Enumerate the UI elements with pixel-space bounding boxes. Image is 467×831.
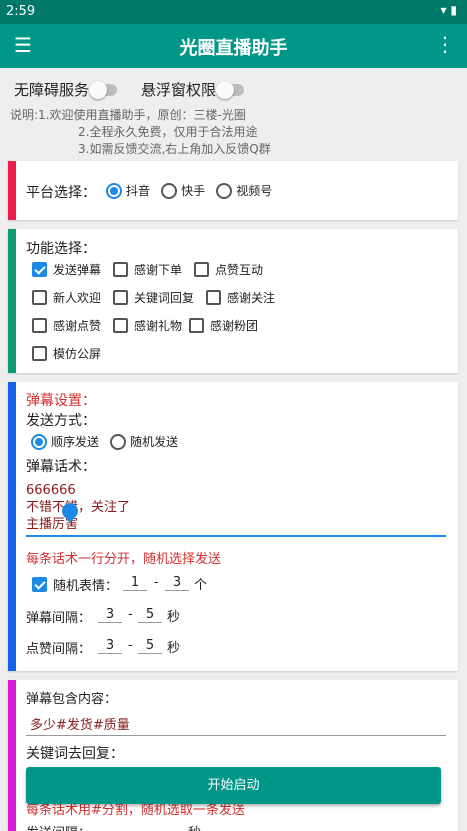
platform-option-shipinhao[interactable]: 视频号 [216, 182, 272, 199]
start-button[interactable]: 开始启动 [26, 767, 441, 804]
send-mode-options: 顺序发送 随机发送 [31, 433, 184, 454]
send-mode-sequential[interactable]: 顺序发送 [31, 433, 99, 450]
wifi-battery-icon: ▾ ▮ [440, 3, 457, 17]
like-max-input[interactable]: 5 [138, 638, 162, 654]
emoji-unit: 个 [194, 578, 208, 593]
accessibility-toggle[interactable] [89, 80, 118, 99]
send-mode-label: 发送方式： [26, 413, 96, 429]
send-mode-random[interactable]: 随机发送 [110, 433, 178, 450]
checkbox-icon [32, 346, 47, 361]
danmu-section-title: 弹幕设置： [26, 393, 96, 409]
function-card: 功能选择： 发送弹幕 感谢下单 点赞互动 新人欢迎 关键词回复 感谢关注 感谢点… [8, 229, 458, 373]
function-welcome-new[interactable]: 新人欢迎 [32, 289, 101, 306]
permission-switches: 无障碍服务 悬浮窗权限 [14, 79, 268, 100]
app-bar: ☰ 光圈直播助手 ⋮ [0, 24, 467, 68]
like-interval-label: 点赞间隔： [26, 642, 92, 657]
description-line-2: 2.全程永久免费，仅用于合法用途 [78, 125, 258, 139]
interval-unit: 秒 [167, 610, 181, 625]
checkbox-icon [113, 262, 128, 277]
checkbox-icon [206, 290, 221, 305]
platform-label: 平台选择： [26, 185, 96, 201]
app-title: 光圈直播助手 [179, 38, 288, 59]
send-interval-unit: 秒 [188, 822, 201, 831]
function-send-danmu[interactable]: 发送弹幕 [32, 261, 101, 278]
checkbox-checked-icon [32, 262, 47, 277]
random-emoji-checkbox[interactable]: 随机表情： [32, 575, 118, 594]
radio-icon [110, 433, 127, 450]
keyword-card: 弹幕包含内容： 多少#发货#质量 关键词去回复： 每条话术用#分割，随机选取一条… [8, 680, 458, 831]
radio-selected-icon [106, 182, 122, 199]
keyword-reply-label: 关键词去回复： [26, 746, 124, 762]
like-min-input[interactable]: 3 [98, 638, 122, 654]
overlay-label: 悬浮窗权限 [141, 81, 217, 99]
function-thank-fanclub[interactable]: 感谢粉团 [189, 317, 258, 334]
function-thank-order[interactable]: 感谢下单 [113, 261, 182, 278]
interval-min-input[interactable]: 3 [98, 607, 122, 623]
radio-icon [161, 182, 178, 199]
platform-option-kuaishou[interactable]: 快手 [161, 182, 205, 199]
interval-max-input[interactable]: 5 [138, 607, 162, 623]
function-imitate-screen[interactable]: 模仿公屏 [32, 345, 101, 362]
function-like-interact[interactable]: 点赞互动 [194, 261, 263, 278]
checkbox-icon [194, 262, 209, 277]
platform-card: 平台选择： 抖音 快手 视频号 [8, 161, 458, 220]
description-line-1: 说明:1.欢迎使用直播助手，原创：三楼-光圈 [10, 108, 246, 122]
status-bar: 2:59 ▾ ▮ [0, 0, 467, 24]
function-thank-like[interactable]: 感谢点赞 [32, 317, 101, 334]
like-interval-unit: 秒 [167, 641, 181, 656]
checkbox-icon [189, 318, 204, 333]
status-time: 2:59 [6, 4, 36, 19]
accessibility-label: 无障碍服务 [14, 81, 90, 99]
checkbox-icon [32, 290, 47, 305]
description-line-3: 3.如需反馈交流,右上角加入反馈Q群 [78, 142, 271, 156]
function-thank-gift[interactable]: 感谢礼物 [113, 317, 182, 334]
platform-options: 抖音 快手 视频号 [106, 182, 278, 203]
danmu-script-textarea[interactable]: 666666 不错不错，关注了 主播厉害 [26, 482, 446, 537]
script-line: 主播厉害 [26, 517, 79, 532]
keyword-contains-label: 弹幕包含内容： [26, 692, 118, 707]
description: 说明:1.欢迎使用直播助手，原创：三楼-光圈 2.全程永久免费，仅用于合法用途 … [10, 107, 271, 158]
script-label: 弹幕话术： [26, 459, 96, 475]
keyword-contains-input[interactable]: 多少#发货#质量 [26, 714, 446, 736]
toggle-knob [89, 80, 108, 99]
radio-selected-icon [31, 433, 47, 450]
platform-option-douyin[interactable]: 抖音 [106, 182, 150, 199]
script-hint: 每条话术一行分开，随机选择发送 [26, 552, 222, 567]
range-dash: - [154, 575, 159, 590]
send-interval-label: 发送间隔： [26, 822, 91, 831]
checkbox-icon [113, 318, 128, 333]
emoji-min-input[interactable]: 1 [123, 575, 147, 591]
danmu-settings-card: 弹幕设置： 发送方式： 顺序发送 随机发送 弹幕话术： 666666 不错不错，… [8, 382, 458, 671]
toggle-knob [216, 80, 235, 99]
function-keyword-reply[interactable]: 关键词回复 [113, 289, 194, 306]
checkbox-icon [113, 290, 128, 305]
function-thank-follow[interactable]: 感谢关注 [206, 289, 275, 306]
overlay-toggle[interactable] [216, 80, 245, 99]
checkbox-icon [32, 318, 47, 333]
function-label: 功能选择： [26, 241, 96, 257]
range-dash: - [128, 638, 133, 653]
emoji-max-input[interactable]: 3 [165, 575, 189, 591]
checkbox-checked-icon [32, 577, 47, 592]
more-options-icon[interactable]: ⋮ [435, 32, 455, 56]
range-dash: - [128, 607, 133, 622]
interval-label: 弹幕间隔： [26, 611, 92, 626]
script-line: 不错不错，关注了 [26, 500, 131, 515]
radio-icon [216, 182, 233, 199]
script-line: 666666 [26, 483, 76, 498]
